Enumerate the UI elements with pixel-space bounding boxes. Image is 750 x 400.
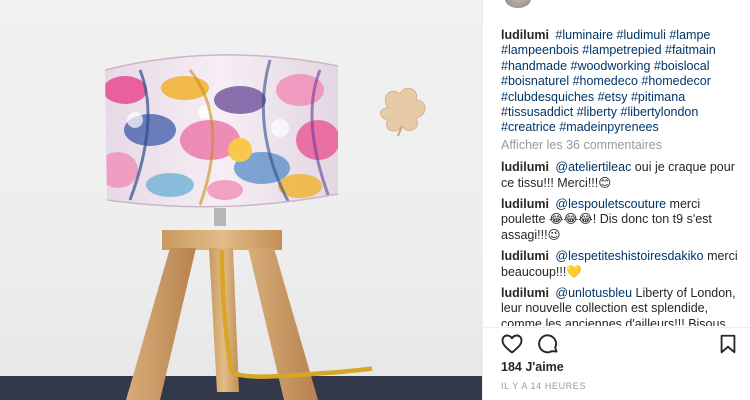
comment-item: ludilumi @lespouletscouture merci poulet… [501,197,741,244]
comments-list: ludilumi @ateliertileac oui je craque po… [501,160,741,326]
lamp-shade [104,54,339,208]
comment-item: ludilumi @ateliertileac oui je craque po… [501,160,741,191]
comment-mention[interactable]: @lespetiteshistoiresdakiko [555,249,703,263]
comment-username[interactable]: ludilumi [501,286,549,300]
comment-username[interactable]: ludilumi [501,197,549,211]
comment-item: ludilumi @lespetiteshistoiresdakiko merc… [501,249,741,280]
likes-count[interactable]: 184 J'aime [501,360,564,374]
comment-username[interactable]: ludilumi [501,249,549,263]
post-caption: ludilumi #luminaire #ludimuli #lampe #la… [501,28,741,136]
post-timestamp[interactable]: IL Y A 14 HEURES [501,381,586,391]
divider [483,327,750,328]
bookmark-icon[interactable] [717,333,739,355]
wooden-leaf-ornament [380,87,426,137]
comment-mention[interactable]: @lespouletscouture [555,197,666,211]
post-sidebar: ludilumi #luminaire #ludimuli #lampe #la… [482,0,750,400]
avatar[interactable] [505,0,531,8]
cable-plug [372,360,398,372]
instagram-post: ludilumi #luminaire #ludimuli #lampe #la… [0,0,750,400]
table-surface [0,376,482,400]
lamp-cable [219,249,395,379]
comment-username[interactable]: ludilumi [501,160,549,174]
caption-username[interactable]: ludilumi [501,28,549,42]
comment-bubble-icon[interactable] [536,332,560,356]
post-actions [500,332,560,356]
post-photo[interactable] [0,0,482,400]
lamp-socket [214,208,226,226]
comment-mention[interactable]: @unlotusbleu [555,286,632,300]
comment-item: ludilumi @unlotusbleu Liberty of London,… [501,286,741,326]
caption-hashtags[interactable]: #luminaire #ludimuli #lampe #lampeenbois… [501,28,716,134]
show-more-comments-link[interactable]: Afficher les 36 commentaires [501,138,662,152]
heart-icon[interactable] [500,332,524,356]
lamp-photo-illustration [0,54,482,400]
comment-mention[interactable]: @ateliertileac [555,160,631,174]
